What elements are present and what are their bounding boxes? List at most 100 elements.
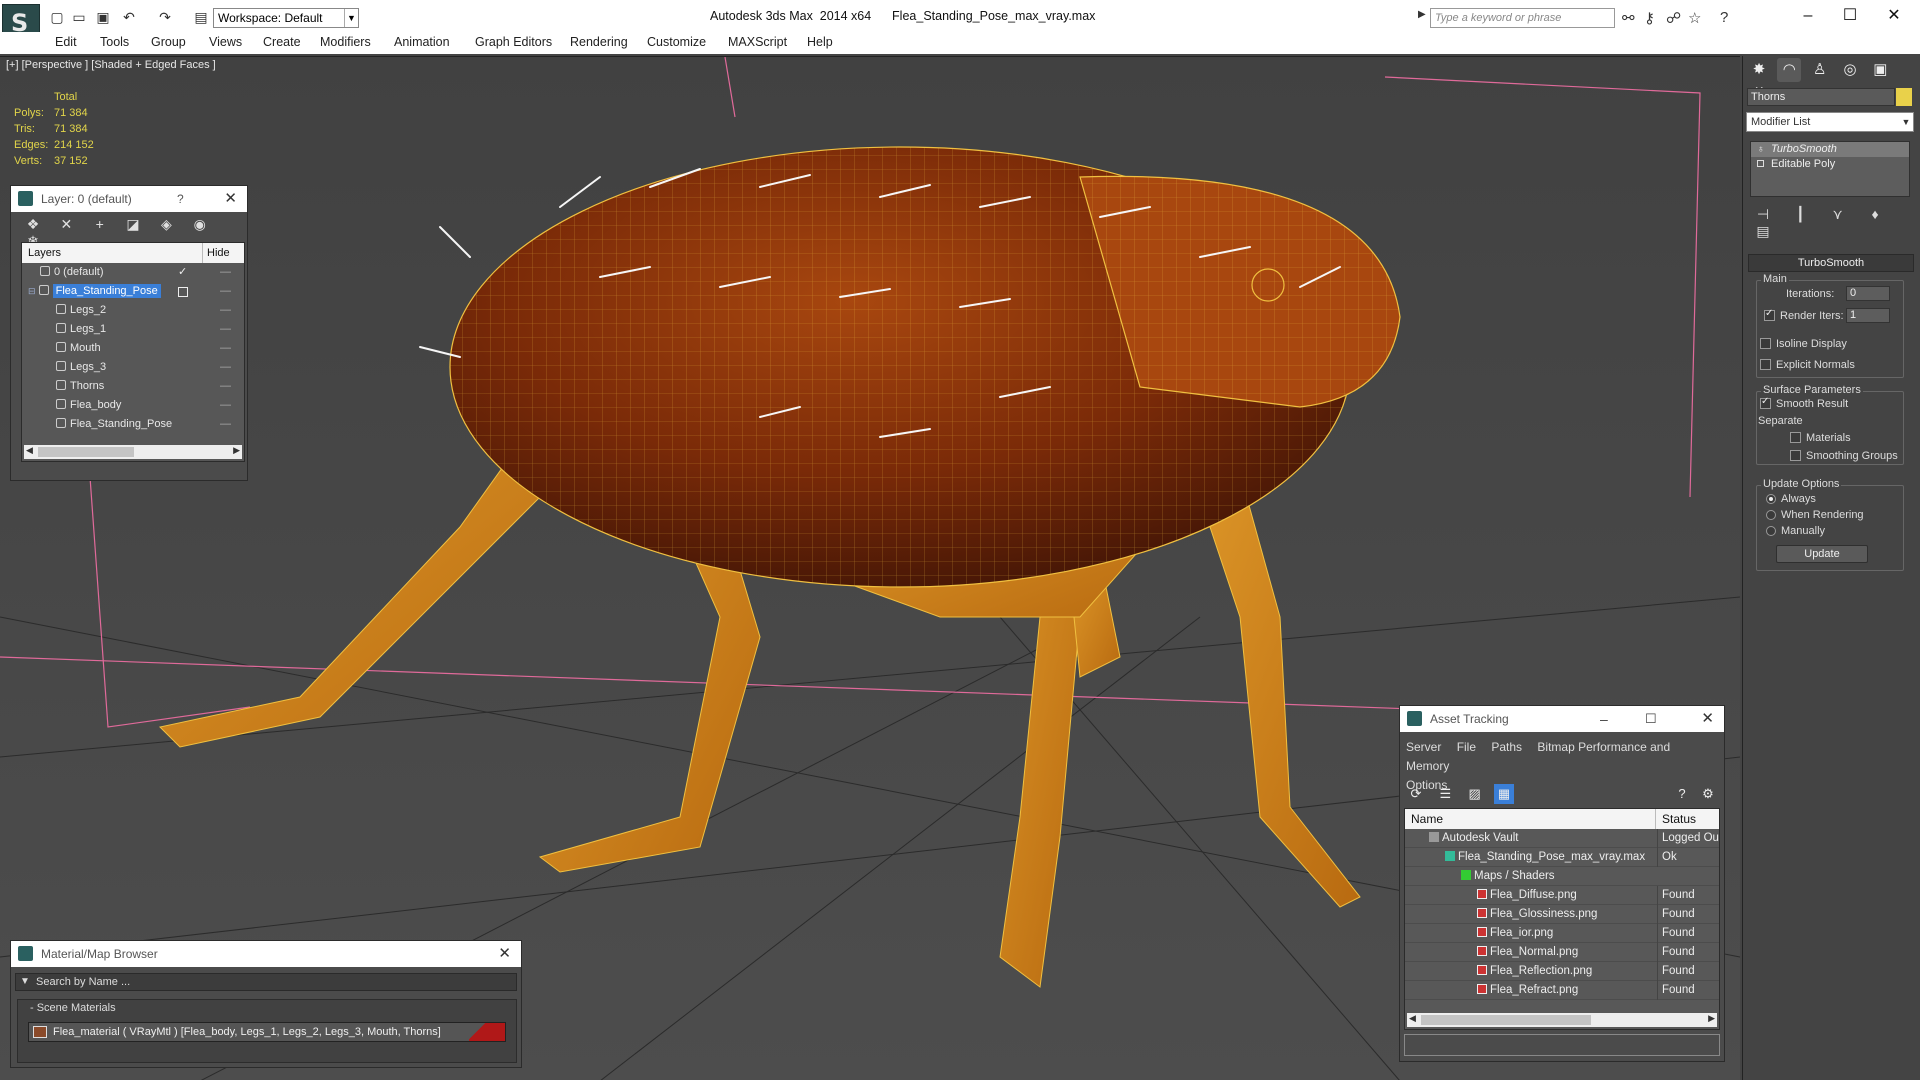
stack-item-editable-poly[interactable]: Editable Poly bbox=[1751, 157, 1909, 172]
scroll-right-icon[interactable]: ▶ bbox=[1708, 1013, 1715, 1024]
turbosmooth-rollout-header[interactable]: TurboSmooth bbox=[1748, 254, 1914, 272]
favorites-star-icon[interactable]: ☆ bbox=[1688, 9, 1701, 27]
object-name-field[interactable]: Thorns bbox=[1747, 88, 1895, 106]
smooth-result-checkbox[interactable]: Smooth Result bbox=[1760, 396, 1848, 410]
layer-row[interactable]: 0 (default) ✓ — bbox=[22, 263, 244, 282]
object-color-swatch[interactable] bbox=[1896, 88, 1912, 106]
open-file-icon[interactable]: ▭ bbox=[70, 8, 88, 26]
menu-maxscript[interactable]: MAXScript bbox=[728, 35, 787, 49]
menu-views[interactable]: Views bbox=[209, 35, 242, 49]
menu-file[interactable]: File bbox=[1457, 740, 1476, 754]
hide-toggle[interactable]: — bbox=[220, 415, 231, 434]
layer-row-selected[interactable]: ⊟ Flea_Standing_Pose — bbox=[22, 282, 244, 301]
menu-edit[interactable]: Edit bbox=[55, 35, 77, 49]
collapse-icon[interactable]: ⊟ bbox=[28, 286, 36, 296]
close-icon[interactable]: ✕ bbox=[498, 941, 511, 967]
maximize-icon[interactable]: ☐ bbox=[1645, 706, 1657, 732]
lightbulb-icon[interactable]: ♁ bbox=[1757, 142, 1765, 157]
help-icon[interactable]: ? bbox=[1720, 9, 1728, 26]
hide-toggle[interactable]: — bbox=[220, 282, 231, 301]
update-button[interactable]: Update bbox=[1776, 545, 1868, 563]
make-unique-icon[interactable]: ⋎ bbox=[1827, 206, 1849, 223]
modify-tab-icon[interactable]: ◠ bbox=[1777, 58, 1802, 82]
search-by-name-input[interactable]: ▼ Search by Name ... bbox=[15, 973, 517, 991]
hide-all-icon[interactable]: ◉ bbox=[188, 216, 212, 233]
new-file-icon[interactable]: ▢ bbox=[48, 8, 66, 26]
column-hide[interactable]: Hide bbox=[202, 243, 246, 263]
add-to-layer-icon[interactable]: + bbox=[88, 216, 112, 232]
project-folder-icon[interactable]: ▤ bbox=[192, 8, 210, 26]
object-row[interactable]: Legs_2 — bbox=[22, 301, 244, 320]
remove-modifier-icon[interactable]: ♦ bbox=[1864, 206, 1886, 222]
active-layer-box-icon[interactable] bbox=[178, 287, 188, 297]
search-options-icon[interactable]: ▼ bbox=[20, 974, 30, 990]
show-end-result-icon[interactable]: ┃ bbox=[1789, 206, 1811, 223]
object-row[interactable]: Legs_1 — bbox=[22, 320, 244, 339]
maximize-button[interactable]: ☐ bbox=[1830, 4, 1870, 28]
asset-row[interactable]: Flea_Standing_Pose_max_vray.max Ok bbox=[1405, 848, 1719, 867]
column-layers[interactable]: Layers bbox=[28, 247, 61, 259]
horizontal-scrollbar[interactable]: ◀ ▶ bbox=[1407, 1013, 1717, 1027]
hide-toggle[interactable]: — bbox=[220, 263, 231, 282]
explicit-normals-checkbox[interactable]: Explicit Normals bbox=[1760, 359, 1855, 371]
key-icon[interactable]: ⚷ bbox=[1644, 9, 1655, 27]
menu-paths[interactable]: Paths bbox=[1491, 740, 1522, 754]
asset-row[interactable]: Flea_Normal.png Found bbox=[1405, 943, 1719, 962]
minimize-button[interactable]: – bbox=[1788, 4, 1828, 28]
render-iters-spinner[interactable]: 1 bbox=[1846, 308, 1890, 323]
menu-create[interactable]: Create bbox=[263, 35, 301, 49]
create-layer-icon[interactable]: ❖ bbox=[21, 216, 45, 233]
undo-icon[interactable]: ↶ bbox=[120, 8, 138, 26]
asset-path-field[interactable] bbox=[1404, 1034, 1720, 1056]
scroll-left-icon[interactable]: ◀ bbox=[1409, 1013, 1416, 1024]
object-row[interactable]: Flea_Standing_Pose — bbox=[22, 415, 244, 434]
menu-rendering[interactable]: Rendering bbox=[570, 35, 628, 49]
hierarchy-tab-icon[interactable]: ♙ bbox=[1808, 58, 1832, 82]
asset-row[interactable]: Flea_Reflection.png Found bbox=[1405, 962, 1719, 981]
hide-toggle[interactable]: — bbox=[220, 358, 231, 377]
menu-customize[interactable]: Customize bbox=[647, 35, 706, 49]
expand-icon[interactable] bbox=[1757, 160, 1764, 167]
scrollbar-thumb[interactable] bbox=[1421, 1015, 1591, 1025]
display-tab-icon[interactable]: ▣ bbox=[1868, 58, 1892, 82]
horizontal-scrollbar[interactable]: ◀ ▶ bbox=[24, 445, 242, 459]
redo-icon[interactable]: ↷ bbox=[156, 8, 174, 26]
vault-settings-icon[interactable]: ⚙ bbox=[1698, 784, 1718, 804]
asset-row[interactable]: Flea_Refract.png Found bbox=[1405, 981, 1719, 1000]
menu-server[interactable]: Server bbox=[1406, 740, 1441, 754]
smoothing-groups-checkbox[interactable]: Smoothing Groups bbox=[1790, 450, 1898, 462]
delete-layer-icon[interactable]: ✕ bbox=[54, 216, 78, 233]
communication-center-icon[interactable]: ☍ bbox=[1666, 9, 1681, 27]
configure-sets-icon[interactable]: ▤ bbox=[1752, 223, 1774, 240]
list-view-icon[interactable]: ☰ bbox=[1435, 784, 1455, 804]
column-status[interactable]: Status bbox=[1655, 809, 1719, 829]
select-objects-icon[interactable]: ◪ bbox=[121, 216, 145, 233]
pin-stack-icon[interactable]: ⊣ bbox=[1752, 206, 1774, 223]
menu-bitmap-performance[interactable]: Bitmap Performance and Memory bbox=[1406, 740, 1670, 773]
help-icon[interactable]: ? bbox=[177, 186, 184, 212]
asset-row[interactable]: Flea_ior.png Found bbox=[1405, 924, 1719, 943]
object-row[interactable]: Thorns — bbox=[22, 377, 244, 396]
hide-toggle[interactable]: — bbox=[220, 301, 231, 320]
render-iters-checkbox[interactable]: Render Iters: bbox=[1764, 308, 1844, 322]
modifier-list-dropdown[interactable]: Modifier List ▼ bbox=[1746, 112, 1914, 132]
asset-row[interactable]: Autodesk Vault Logged Ou bbox=[1405, 829, 1719, 848]
hide-toggle[interactable]: — bbox=[220, 377, 231, 396]
search-expand-icon[interactable]: ▶ bbox=[1418, 9, 1426, 20]
menu-group[interactable]: Group bbox=[151, 35, 186, 49]
menu-graph-editors[interactable]: Graph Editors bbox=[475, 35, 552, 49]
minimize-icon[interactable]: – bbox=[1600, 706, 1608, 732]
workspace-dropdown[interactable]: Workspace: Default ▼ bbox=[213, 8, 359, 28]
refresh-icon[interactable]: ⟳ bbox=[1406, 784, 1426, 804]
scene-materials-header[interactable]: - Scene Materials bbox=[18, 1000, 516, 1016]
menu-animation[interactable]: Animation bbox=[394, 35, 450, 49]
isoline-display-checkbox[interactable]: Isoline Display bbox=[1760, 338, 1847, 350]
hide-toggle[interactable]: — bbox=[220, 339, 231, 358]
create-tab-icon[interactable]: ✸ bbox=[1747, 58, 1771, 82]
object-row[interactable]: Mouth — bbox=[22, 339, 244, 358]
always-radio[interactable]: Always bbox=[1766, 493, 1816, 505]
close-button[interactable]: ✕ bbox=[1874, 4, 1914, 28]
scroll-left-icon[interactable]: ◀ bbox=[26, 445, 33, 456]
layer-manager-titlebar[interactable]: Layer: 0 (default) ? ✕ bbox=[11, 186, 247, 212]
close-icon[interactable]: ✕ bbox=[1701, 706, 1714, 732]
